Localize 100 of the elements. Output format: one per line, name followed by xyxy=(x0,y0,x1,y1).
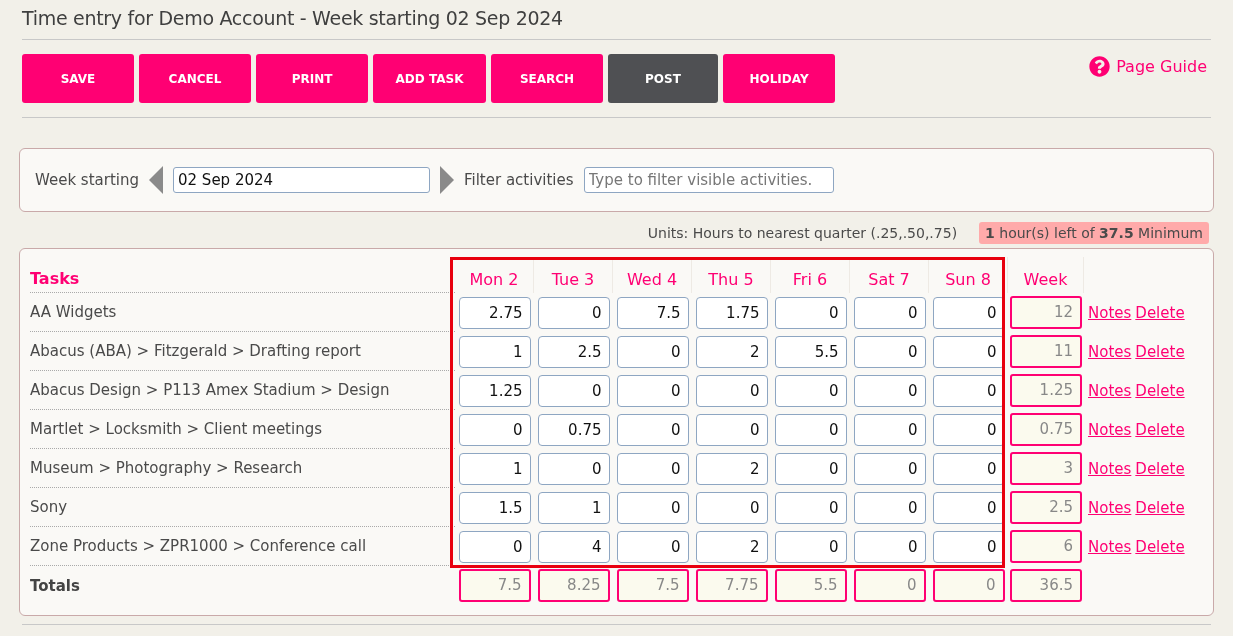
notes-link[interactable]: Notes xyxy=(1088,303,1132,322)
hours-input[interactable]: 7.5 xyxy=(616,296,689,329)
hours-input[interactable]: 0 xyxy=(932,413,1005,446)
delete-link[interactable]: Delete xyxy=(1135,420,1185,439)
week-total: 2.5 xyxy=(1010,491,1082,524)
week-header: Week xyxy=(1008,257,1084,293)
task-name: Zone Products > ZPR1000 > Conference call xyxy=(30,527,455,566)
notes-link[interactable]: Notes xyxy=(1088,498,1132,517)
week-total: 0.75 xyxy=(1010,413,1082,446)
hours-input[interactable]: 0 xyxy=(695,413,768,446)
week-total: 1.25 xyxy=(1010,374,1082,407)
hours-input[interactable]: 0 xyxy=(537,374,610,407)
hours-input[interactable]: 0 xyxy=(774,413,847,446)
hours-input[interactable]: 1.5 xyxy=(458,491,531,524)
day-total: 7.5 xyxy=(616,569,689,602)
primary-button[interactable]: CANCEL xyxy=(139,54,251,103)
notes-link[interactable]: Notes xyxy=(1088,420,1132,439)
hours-input[interactable]: 0 xyxy=(853,374,926,407)
totals-label: Totals xyxy=(30,576,81,595)
next-week-arrow-icon[interactable] xyxy=(440,166,454,194)
hours-input[interactable]: 2 xyxy=(695,530,768,563)
notes-link[interactable]: Notes xyxy=(1088,381,1132,400)
hours-input[interactable]: 0 xyxy=(616,374,689,407)
hours-input[interactable]: 0 xyxy=(932,491,1005,524)
hours-input[interactable]: 0 xyxy=(932,452,1005,485)
hours-input[interactable]: 1.25 xyxy=(458,374,531,407)
hours-input[interactable]: 0 xyxy=(774,530,847,563)
hours-input[interactable]: 0 xyxy=(774,452,847,485)
hours-input[interactable]: 0 xyxy=(932,296,1005,329)
day-header: Tue 3 xyxy=(534,257,613,293)
hours-input[interactable]: 0 xyxy=(616,452,689,485)
hours-input[interactable]: 0 xyxy=(616,530,689,563)
hours-input[interactable]: 0 xyxy=(853,452,926,485)
day-total: 0 xyxy=(932,569,1005,602)
task-name: Museum > Photography > Research xyxy=(30,449,455,488)
hours-input[interactable]: 0 xyxy=(932,374,1005,407)
units-note: Units: Hours to nearest quarter (.25,.50,.75) xyxy=(647,225,958,241)
hours-input[interactable]: 0 xyxy=(853,335,926,368)
week-date-field[interactable]: 02 Sep 2024 xyxy=(173,167,430,193)
hours-input[interactable]: 0 xyxy=(932,335,1005,368)
hours-input[interactable]: 1 xyxy=(458,335,531,368)
hours-input[interactable]: 0 xyxy=(695,491,768,524)
primary-button[interactable]: ADD TASK xyxy=(373,54,486,103)
day-header: Sat 7 xyxy=(850,257,929,293)
hours-input[interactable]: 2.5 xyxy=(537,335,610,368)
notes-link[interactable]: Notes xyxy=(1088,537,1132,556)
day-total: 0 xyxy=(853,569,926,602)
delete-link[interactable]: Delete xyxy=(1135,303,1185,322)
delete-link[interactable]: Delete xyxy=(1135,537,1185,556)
week-starting-label: Week starting xyxy=(35,171,139,189)
hours-input[interactable]: 0 xyxy=(458,530,531,563)
notes-link[interactable]: Notes xyxy=(1088,342,1132,361)
hours-input[interactable]: 0 xyxy=(853,413,926,446)
hours-input[interactable]: 2 xyxy=(695,335,768,368)
hours-input[interactable]: 1.75 xyxy=(695,296,768,329)
hours-input[interactable]: 1 xyxy=(537,491,610,524)
hours-input[interactable]: 0 xyxy=(537,296,610,329)
day-total: 7.5 xyxy=(458,569,531,602)
task-name: AA Widgets xyxy=(30,293,455,332)
hours-input[interactable]: 0 xyxy=(774,491,847,524)
hours-input[interactable]: 0 xyxy=(537,452,610,485)
hours-input[interactable]: 0 xyxy=(774,296,847,329)
hours-input[interactable]: 0 xyxy=(932,530,1005,563)
delete-link[interactable]: Delete xyxy=(1135,342,1185,361)
hours-input[interactable]: 0 xyxy=(774,374,847,407)
hours-input[interactable]: 0.75 xyxy=(537,413,610,446)
page-title: Time entry for Demo Account - Week starting 02 Sep 2024 xyxy=(22,6,564,31)
hours-input[interactable]: 0 xyxy=(853,296,926,329)
delete-link[interactable]: Delete xyxy=(1135,381,1185,400)
hours-input[interactable]: 0 xyxy=(616,491,689,524)
hours-input[interactable]: 5.5 xyxy=(774,335,847,368)
primary-button[interactable]: SEARCH xyxy=(491,54,603,103)
delete-link[interactable]: Delete xyxy=(1135,459,1185,478)
hours-input[interactable]: 0 xyxy=(853,530,926,563)
hours-input[interactable]: 0 xyxy=(616,413,689,446)
hours-input[interactable]: 0 xyxy=(458,413,531,446)
hours-input[interactable]: 0 xyxy=(853,491,926,524)
day-total: 8.25 xyxy=(537,569,610,602)
filter-activities-field[interactable]: Type to filter visible activities. xyxy=(583,167,834,193)
secondary-button[interactable]: POST xyxy=(608,54,718,103)
hours-input[interactable]: 2.75 xyxy=(458,296,531,329)
day-total: 7.75 xyxy=(695,569,768,602)
minimum-hours-alert: 1 hour(s) left of 37.5 Minimum xyxy=(979,222,1209,244)
filter-activities-label: Filter activities xyxy=(464,171,574,189)
day-header: Wed 4 xyxy=(613,257,692,293)
hours-input[interactable]: 0 xyxy=(616,335,689,368)
day-total: 5.5 xyxy=(774,569,847,602)
primary-button[interactable]: HOLIDAY xyxy=(723,54,835,103)
primary-button[interactable]: SAVE xyxy=(22,54,134,103)
delete-link[interactable]: Delete xyxy=(1135,498,1185,517)
notes-link[interactable]: Notes xyxy=(1088,459,1132,478)
primary-button[interactable]: PRINT xyxy=(256,54,368,103)
hours-input[interactable]: 1 xyxy=(458,452,531,485)
hours-input[interactable]: 2 xyxy=(695,452,768,485)
task-name: Martlet > Locksmith > Client meetings xyxy=(30,410,455,449)
hours-input[interactable]: 0 xyxy=(695,374,768,407)
help-icon xyxy=(1089,56,1111,77)
hours-input[interactable]: 4 xyxy=(537,530,610,563)
previous-week-arrow-icon[interactable] xyxy=(149,166,163,194)
grand-total: 36.5 xyxy=(1010,569,1082,602)
